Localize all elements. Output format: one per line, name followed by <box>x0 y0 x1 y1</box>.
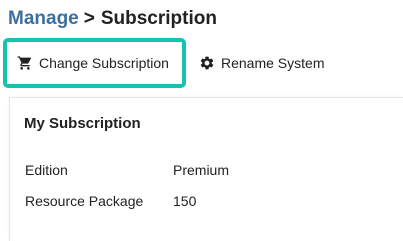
breadcrumb-separator: > <box>83 8 95 29</box>
breadcrumb-manage-link[interactable]: Manage <box>8 8 79 29</box>
page-title: Subscription <box>100 8 217 29</box>
rename-system-label: Rename System <box>221 55 325 71</box>
subscription-panel: My Subscription Edition Premium Resource… <box>9 97 403 241</box>
cart-icon <box>17 56 32 70</box>
property-label: Resource Package <box>25 193 144 209</box>
property-value: Premium <box>173 162 230 178</box>
property-value: 150 <box>173 193 197 209</box>
breadcrumb: Manage > Subscription <box>8 6 217 32</box>
change-subscription-button[interactable]: Change Subscription <box>3 38 186 88</box>
toolbar: Change Subscription Rename System <box>0 38 403 88</box>
rename-system-button[interactable]: Rename System <box>199 38 324 88</box>
gear-icon <box>200 56 214 70</box>
property-label: Edition <box>25 162 68 178</box>
change-subscription-label: Change Subscription <box>39 55 169 71</box>
panel-title: My Subscription <box>24 115 141 132</box>
